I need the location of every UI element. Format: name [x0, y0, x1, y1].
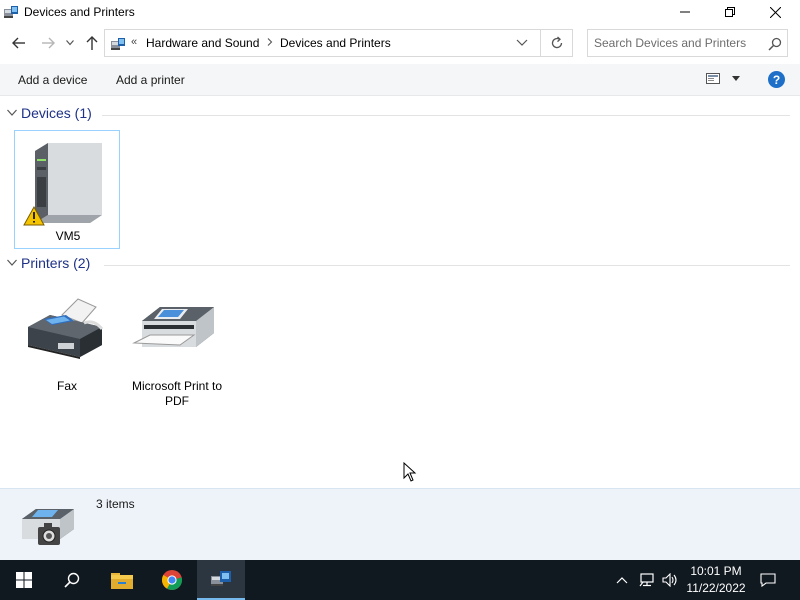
search-icon[interactable]: [768, 37, 782, 54]
title-bar: Devices and Printers: [0, 0, 800, 24]
refresh-button[interactable]: [541, 29, 573, 57]
device-label: VM5: [55, 229, 81, 243]
file-explorer-taskbar-button[interactable]: [98, 560, 146, 600]
devices-printers-large-icon: [22, 509, 74, 545]
devices-printers-app-icon: [211, 571, 231, 586]
view-options-icon: [706, 73, 720, 84]
close-icon: [769, 6, 781, 18]
clock-date: 11/22/2022: [686, 581, 746, 595]
device-label: Microsoft Print to PDF: [131, 379, 223, 408]
refresh-icon: [551, 36, 562, 49]
start-button[interactable]: [0, 560, 48, 600]
windows-logo-icon: [16, 572, 32, 588]
breadcrumb-hardware-and-sound[interactable]: Hardware and Sound: [146, 36, 259, 50]
items-count: 3 items: [96, 497, 135, 511]
arrow-right-icon: [42, 37, 55, 49]
breadcrumb-devices-and-printers[interactable]: Devices and Printers: [280, 36, 391, 50]
arrow-up-icon: [86, 36, 98, 50]
chrome-icon: [162, 570, 183, 591]
chevron-down-icon: [732, 76, 740, 81]
details-pane: 3 items: [0, 488, 800, 560]
computer-warning-icon: [23, 143, 102, 226]
device-item-vm5[interactable]: VM5: [14, 130, 120, 249]
taskbar: 10:01 PM 11/22/2022: [0, 560, 800, 600]
add-printer-button[interactable]: Add a printer: [116, 73, 185, 87]
chevron-down-icon: [7, 259, 17, 266]
show-hidden-icons-button[interactable]: [614, 560, 630, 600]
search-box[interactable]: [587, 29, 788, 57]
printers-group-title: Printers (2): [21, 255, 91, 271]
devices-printers-location-icon: [110, 36, 126, 55]
close-button[interactable]: [752, 0, 798, 24]
command-bar: Add a device Add a printer ?: [0, 64, 800, 96]
change-view-button[interactable]: [706, 73, 740, 84]
search-icon: [64, 572, 80, 588]
breadcrumb-separator-icon[interactable]: [267, 36, 273, 49]
chevron-down-icon: [66, 40, 74, 46]
device-label: Fax: [56, 379, 77, 393]
fax-icon: [28, 298, 104, 359]
navigation-bar: « Hardware and Sound Devices and Printer…: [0, 28, 800, 60]
network-icon: [639, 573, 654, 587]
recent-locations-button[interactable]: [63, 32, 77, 54]
chrome-taskbar-button[interactable]: [148, 560, 196, 600]
chevron-up-icon: [616, 577, 628, 584]
search-taskbar-button[interactable]: [48, 560, 96, 600]
chevron-down-icon: [7, 109, 17, 116]
arrow-left-icon: [12, 37, 25, 49]
back-button[interactable]: [9, 32, 29, 54]
devices-printers-app-icon: [3, 4, 19, 20]
system-clock[interactable]: 10:01 PM 11/22/2022: [676, 563, 756, 597]
window-title: Devices and Printers: [24, 5, 135, 19]
help-button[interactable]: ?: [768, 71, 785, 88]
devices-group-header[interactable]: Devices (1): [0, 105, 800, 125]
restore-button[interactable]: [707, 0, 753, 24]
mouse-cursor-icon: [403, 462, 417, 482]
device-item-microsoft-print-to-pdf[interactable]: Microsoft Print to PDF: [124, 285, 230, 410]
address-dropdown-button[interactable]: [516, 36, 528, 51]
group-divider: [102, 115, 790, 116]
notification-icon: [760, 573, 776, 587]
forward-button[interactable]: [38, 32, 58, 54]
add-device-button[interactable]: Add a device: [18, 73, 87, 87]
printer-icon: [132, 307, 214, 347]
clock-time: 10:01 PM: [690, 564, 742, 578]
group-divider: [104, 265, 790, 266]
search-input[interactable]: [594, 35, 764, 51]
printers-group-header[interactable]: Printers (2): [0, 255, 800, 275]
minimize-icon: [680, 11, 690, 13]
restore-icon: [725, 7, 735, 17]
overflow-chevron[interactable]: «: [131, 36, 137, 48]
devices-printers-taskbar-button[interactable]: [197, 560, 245, 600]
action-center-button[interactable]: [758, 560, 778, 600]
chevron-down-icon: [516, 39, 528, 46]
up-button[interactable]: [82, 32, 102, 54]
minimize-button[interactable]: [662, 0, 708, 24]
address-bar[interactable]: « Hardware and Sound Devices and Printer…: [104, 29, 541, 57]
folder-icon: [111, 573, 133, 589]
device-item-fax[interactable]: Fax: [14, 285, 120, 395]
devices-group-title: Devices (1): [21, 105, 92, 121]
network-tray-button[interactable]: [637, 560, 657, 600]
